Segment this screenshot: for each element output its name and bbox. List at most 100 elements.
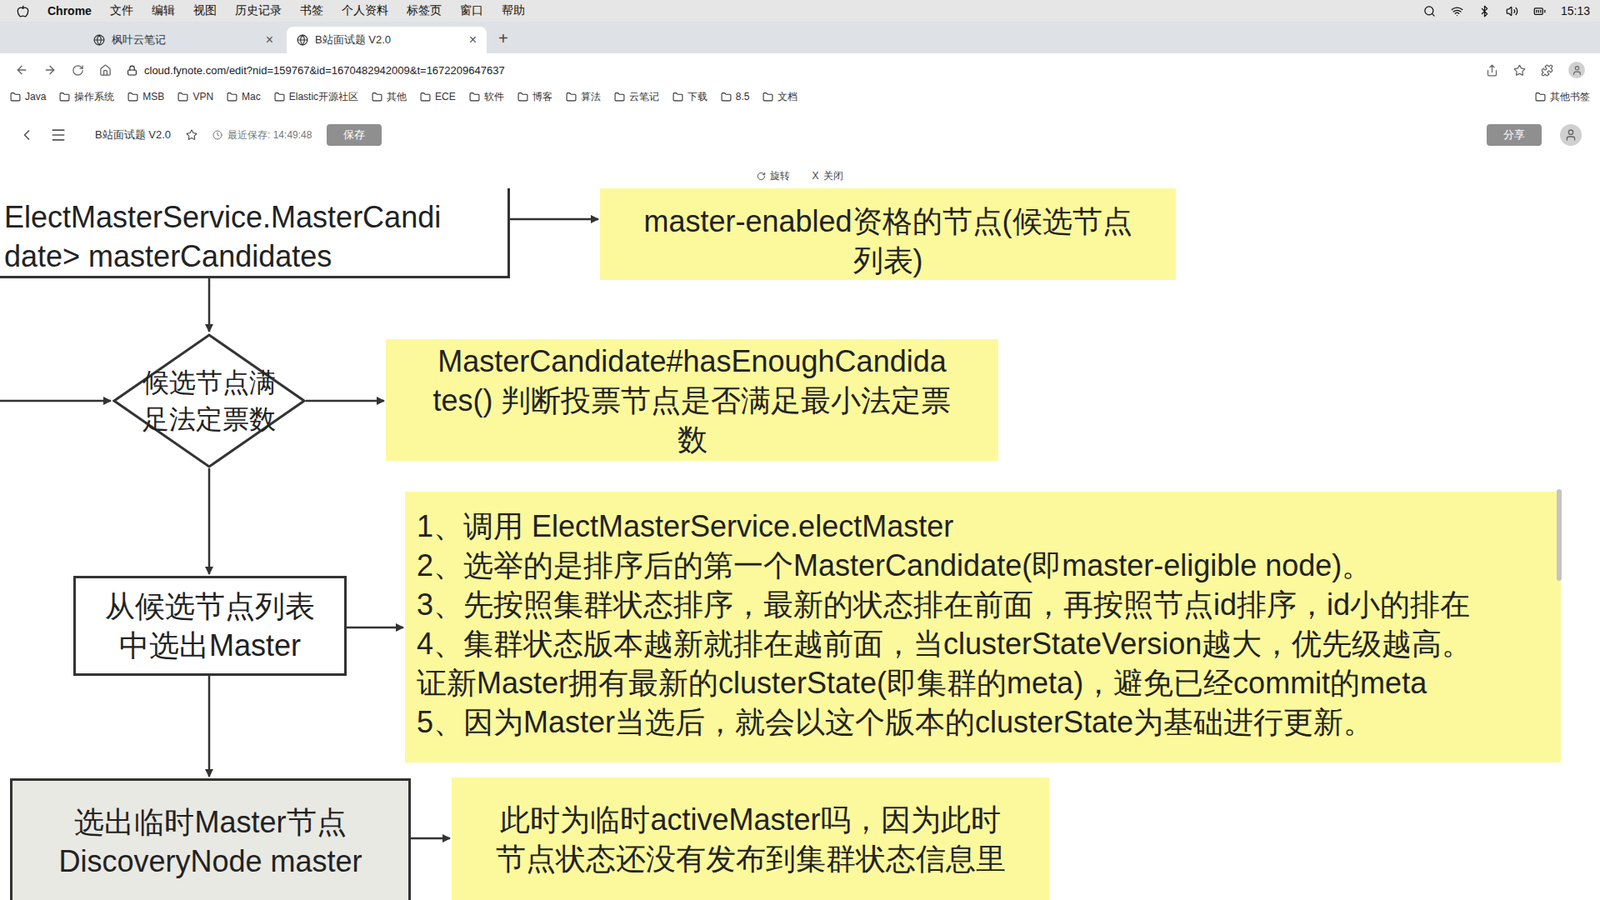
folder-icon	[226, 91, 238, 103]
process-node[interactable]: 从候选节点列表中选出Master	[73, 575, 347, 676]
url-field[interactable]: cloud.fynote.com/edit?nid=159767&id=1670…	[126, 64, 1471, 77]
note-node[interactable]: master-enabled资格的节点(候选节点列表)	[600, 188, 1176, 280]
folder-icon	[762, 91, 774, 103]
node-text: 选出临时Master节点	[74, 802, 346, 842]
folder-icon	[614, 91, 625, 103]
folder-icon	[59, 91, 70, 103]
note-node[interactable]: 1、调用 ElectMasterService.electMaster2、选举的…	[405, 491, 1561, 763]
browser-tab[interactable]: B站面试题 V2.0 ×	[286, 26, 487, 54]
node-text: 3、先按照集群状态排序，最新的状态排在前面，再按照节点id排序，id小的排在	[416, 585, 1470, 625]
favicon-icon	[296, 34, 309, 46]
status-icon[interactable]	[1505, 5, 1519, 18]
rotate-icon	[756, 171, 766, 181]
bookmark[interactable]: 其他	[371, 90, 407, 105]
profile-avatar[interactable]	[1568, 61, 1585, 79]
menu-icon[interactable]	[50, 126, 67, 144]
user-avatar[interactable]	[1560, 124, 1582, 146]
node-text: 证新Master拥有最新的clusterState(即集群的meta)，避免已经…	[416, 663, 1427, 703]
node-text: 数	[677, 420, 708, 460]
menu-bar: Chrome 文件 编辑 视图 历史记录 书签 个人资料 标签页 窗口 帮助 15:13	[0, 0, 1600, 22]
save-button[interactable]: 保存	[326, 124, 382, 146]
share-icon[interactable]	[1485, 64, 1499, 77]
status-icon[interactable]	[1478, 5, 1491, 18]
document-title[interactable]: B站面试题 V2.0	[95, 127, 171, 143]
menu-item[interactable]: 帮助	[501, 3, 525, 19]
node-text: 4、集群状态版本越新就排在越前面，当clusterStateVersion越大，…	[416, 624, 1472, 664]
node-text: 足法定票数	[142, 400, 276, 438]
node-text: master-enabled资格的节点(候选节点	[643, 201, 1132, 241]
bookmark-star-icon[interactable]	[1513, 64, 1526, 77]
back-icon[interactable]	[15, 63, 29, 77]
bookmark[interactable]: MSB	[127, 90, 165, 103]
bookmark[interactable]: 博客	[517, 90, 553, 105]
tab-label: 枫叶云笔记	[111, 32, 260, 48]
browser-window: Chrome 文件 编辑 视图 历史记录 书签 个人资料 标签页 窗口 帮助 15:13 枫叶云笔记 ×…	[0, 0, 1600, 900]
scrollbar-thumb[interactable]	[1556, 489, 1562, 581]
tab-label: B站面试题 V2.0	[315, 32, 463, 48]
bookmark[interactable]: 文档	[762, 90, 798, 105]
menu-item[interactable]: 编辑	[151, 3, 175, 19]
favorite-icon[interactable]	[185, 129, 198, 141]
node-text: 从候选节点列表	[105, 586, 315, 626]
share-button[interactable]: 分享	[1486, 124, 1542, 146]
canvas-tool[interactable]: 旋转	[756, 169, 790, 184]
tab-close[interactable]: ×	[469, 32, 477, 48]
tab-close[interactable]: ×	[265, 32, 274, 48]
bookmark[interactable]: 算法	[565, 90, 601, 105]
favicon-icon	[93, 34, 105, 46]
process-node[interactable]: ElectMasterService.MasterCandidate> mast…	[0, 188, 510, 279]
tab-bar: 枫叶云笔记 × B站面试题 V2.0 × +	[0, 21, 1600, 54]
status-icon[interactable]	[1533, 5, 1546, 18]
status-icon[interactable]	[1423, 5, 1436, 18]
bookmark[interactable]: Java	[10, 90, 46, 103]
node-text: 此时为临时activeMaster吗，因为此时	[500, 800, 1000, 840]
bookmark[interactable]: 8.5	[720, 90, 750, 103]
user-icon	[1564, 128, 1578, 142]
menu-item[interactable]: 文件	[110, 3, 134, 19]
bookmark[interactable]: VPN	[177, 90, 214, 103]
node-text: MasterCandidate#hasEnoughCandida	[437, 341, 946, 381]
bookmark[interactable]: ECE	[420, 90, 456, 103]
apple-icon[interactable]	[16, 5, 30, 18]
menu-item[interactable]: 个人资料	[341, 3, 389, 19]
connector-arrow	[208, 675, 211, 777]
menu-item[interactable]: 历史记录	[235, 3, 282, 19]
editor-header: B站面试题 V2.0最近保存: 14:49:48保存分享	[0, 106, 1600, 164]
reload-icon[interactable]	[71, 64, 85, 77]
connector-arrow	[208, 278, 211, 332]
bookmark[interactable]: 云笔记	[614, 90, 660, 105]
bookmark[interactable]: 软件	[469, 90, 505, 105]
status-icon[interactable]	[1450, 5, 1464, 18]
menu-item[interactable]: 标签页	[406, 3, 442, 19]
forward-icon[interactable]	[43, 63, 57, 77]
extensions-icon[interactable]	[1540, 64, 1554, 77]
browser-tab[interactable]: 枫叶云笔记 ×	[83, 26, 284, 54]
folder-icon	[565, 91, 577, 103]
canvas-tool[interactable]: X关闭	[811, 169, 843, 184]
folder-icon	[177, 91, 189, 103]
note-node[interactable]: 此时为临时activeMaster吗，因为此时节点状态还没有发布到集群状态信息里	[451, 777, 1050, 900]
bookmark[interactable]: 下载	[672, 90, 708, 105]
terminal-node[interactable]: 选出临时Master节点DiscoveryNode master	[10, 778, 411, 900]
clock[interactable]: 15:13	[1560, 4, 1590, 18]
node-text: 候选节点满	[142, 364, 276, 401]
note-node[interactable]: MasterCandidate#hasEnoughCandidates() 判断…	[385, 339, 999, 461]
menu-item[interactable]: 窗口	[460, 3, 484, 19]
other-bookmarks[interactable]: 其他书签	[1535, 90, 1590, 105]
connector-arrow	[510, 218, 599, 221]
node-text: ElectMasterService.MasterCandi	[4, 197, 441, 237]
clock-icon	[212, 130, 223, 140]
menu-item[interactable]: 视图	[193, 3, 217, 19]
bookmark[interactable]: Elastic开源社区	[274, 90, 359, 105]
header-actions: 分享	[1486, 124, 1582, 146]
menu-item[interactable]: 书签	[300, 3, 324, 19]
decision-node[interactable]: 候选节点满足法定票数	[112, 333, 306, 469]
bookmark[interactable]: Mac	[226, 90, 261, 103]
connector-arrow	[208, 468, 211, 575]
menu-app[interactable]: Chrome	[47, 4, 92, 18]
bookmark[interactable]: 操作系统	[59, 90, 115, 105]
node-text: 2、选举的是排序后的第一个MasterCandidate(即master-eli…	[416, 545, 1372, 585]
new-tab-button[interactable]: +	[490, 29, 517, 54]
home-icon[interactable]	[99, 64, 112, 77]
back-icon[interactable]	[18, 126, 35, 144]
